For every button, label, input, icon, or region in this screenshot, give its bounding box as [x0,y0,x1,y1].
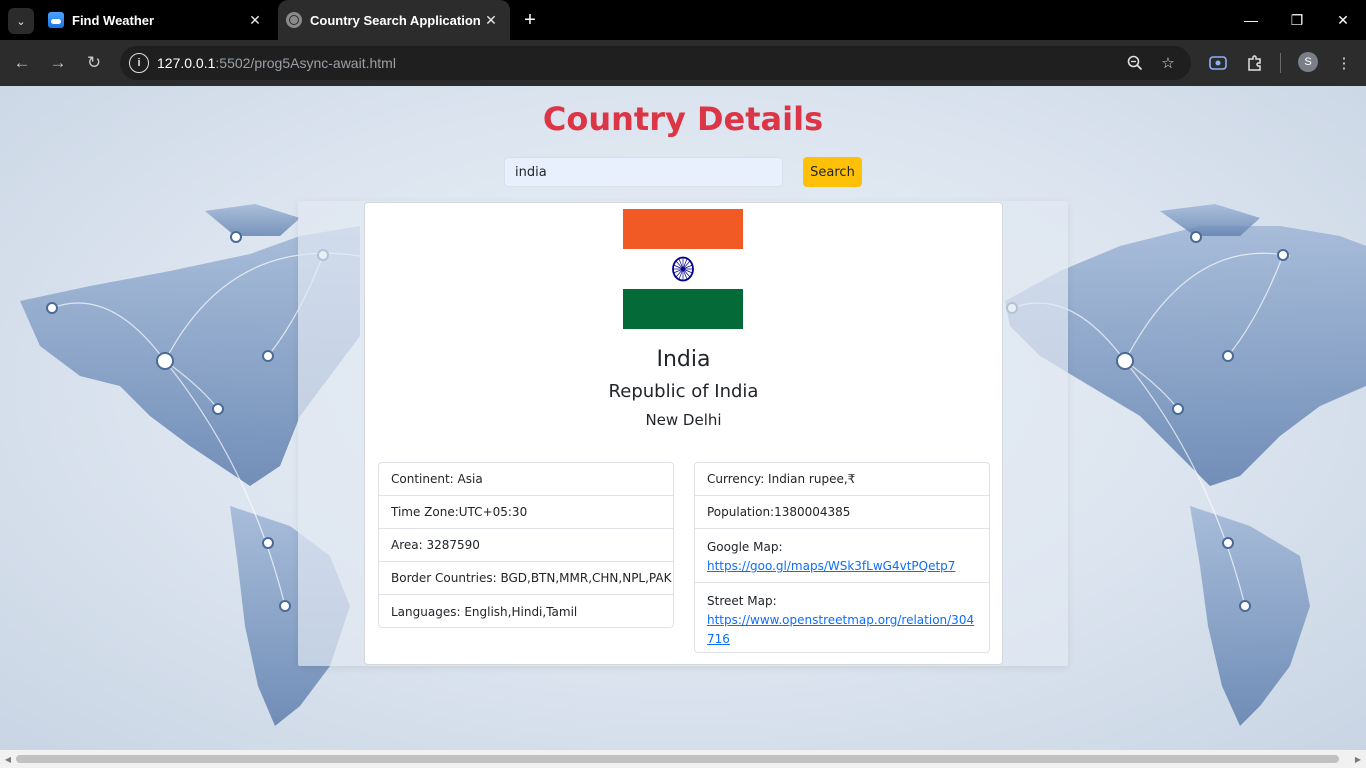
site-info-icon[interactable]: i [129,53,149,73]
minimize-icon[interactable]: — [1228,0,1274,40]
reload-icon[interactable]: ↻ [81,50,107,76]
country-flag [623,209,743,329]
tab-bar: ⌄ Find Weather ✕ Country Search Applicat… [0,0,1366,40]
zoom-icon[interactable] [1124,52,1146,74]
country-card: India Republic of India New Delhi Contin… [364,202,1003,665]
search-button[interactable]: Search [803,157,862,187]
area-item: Area: 3287590 [379,529,673,562]
population-item: Population:1380004385 [695,496,989,529]
street-map-label: Street Map: [707,594,777,608]
tab-title: Find Weather [72,12,155,28]
page-title: Country Details [542,100,824,138]
close-window-icon[interactable]: ✕ [1320,0,1366,40]
details-list-left: Continent: Asia Time Zone:UTC+05:30 Area… [378,462,674,628]
weather-icon [48,12,64,28]
more-menu-icon[interactable]: ⋮ [1332,51,1356,75]
tab-find-weather[interactable]: Find Weather ✕ [40,0,274,40]
url-host: 127.0.0.1 [157,55,216,71]
close-icon[interactable]: ✕ [244,9,266,31]
official-name: Republic of India [608,381,759,402]
url-path: :5502/prog5Async-await.html [215,55,396,71]
horizontal-scrollbar[interactable]: ◀ ▶ [0,750,1366,768]
country-search-input[interactable] [504,157,783,187]
scroll-right-icon[interactable]: ▶ [1353,754,1363,764]
toolbar-divider [1280,53,1281,73]
currency-item: Currency: Indian rupee,₹ [695,463,989,496]
browser-toolbar: ← → ↻ i 127.0.0.1:5502/prog5Async-await.… [0,40,1366,86]
flag-stripe-bottom [623,289,743,329]
tab-country-search[interactable]: Country Search Application ✕ [278,0,510,40]
scroll-left-icon[interactable]: ◀ [3,754,13,764]
back-icon[interactable]: ← [9,50,35,76]
street-map-item: Street Map: https://www.openstreetmap.or… [695,583,989,655]
restore-icon[interactable]: ❐ [1274,0,1320,40]
extensions-icon[interactable] [1243,51,1267,75]
capital-city: New Delhi [645,411,722,429]
languages-item: Languages: English,Hindi,Tamil [391,604,578,619]
ashoka-chakra-icon [672,256,694,282]
tab-title: Country Search Application [310,12,480,28]
google-map-link[interactable]: https://goo.gl/maps/WSk3fLwG4vtPQetp7 [707,559,955,573]
tab-search-dropdown-icon[interactable]: ⌄ [8,8,34,34]
continent-item: Continent: Asia [379,463,673,496]
timezone-item: Time Zone:UTC+05:30 [379,496,673,529]
address-bar[interactable]: i 127.0.0.1:5502/prog5Async-await.html ☆ [120,46,1191,80]
close-icon[interactable]: ✕ [480,9,502,31]
forward-icon[interactable]: → [45,50,71,76]
new-tab-icon[interactable]: + [518,8,542,32]
url-text[interactable]: 127.0.0.1:5502/prog5Async-await.html [157,55,396,71]
profile-avatar[interactable]: S [1298,52,1318,72]
border-countries-item: Border Countries: BGD,BTN,MMR,CHN,NPL,PA… [379,562,673,595]
page-viewport: Country Details Search India Republic of… [0,86,1366,750]
scrollbar-thumb[interactable] [16,755,1339,763]
google-map-item: Google Map: https://goo.gl/maps/WSk3fLwG… [695,529,989,583]
details-list-right: Currency: Indian rupee,₹ Population:1380… [694,462,990,653]
flag-stripe-top [623,209,743,249]
globe-icon [286,12,302,28]
country-name: India [656,347,711,372]
screen-capture-icon[interactable] [1206,51,1230,75]
street-map-link[interactable]: https://www.openstreetmap.org/relation/3… [707,613,974,646]
bookmark-star-icon[interactable]: ☆ [1157,52,1179,74]
google-map-label: Google Map: [707,540,783,554]
